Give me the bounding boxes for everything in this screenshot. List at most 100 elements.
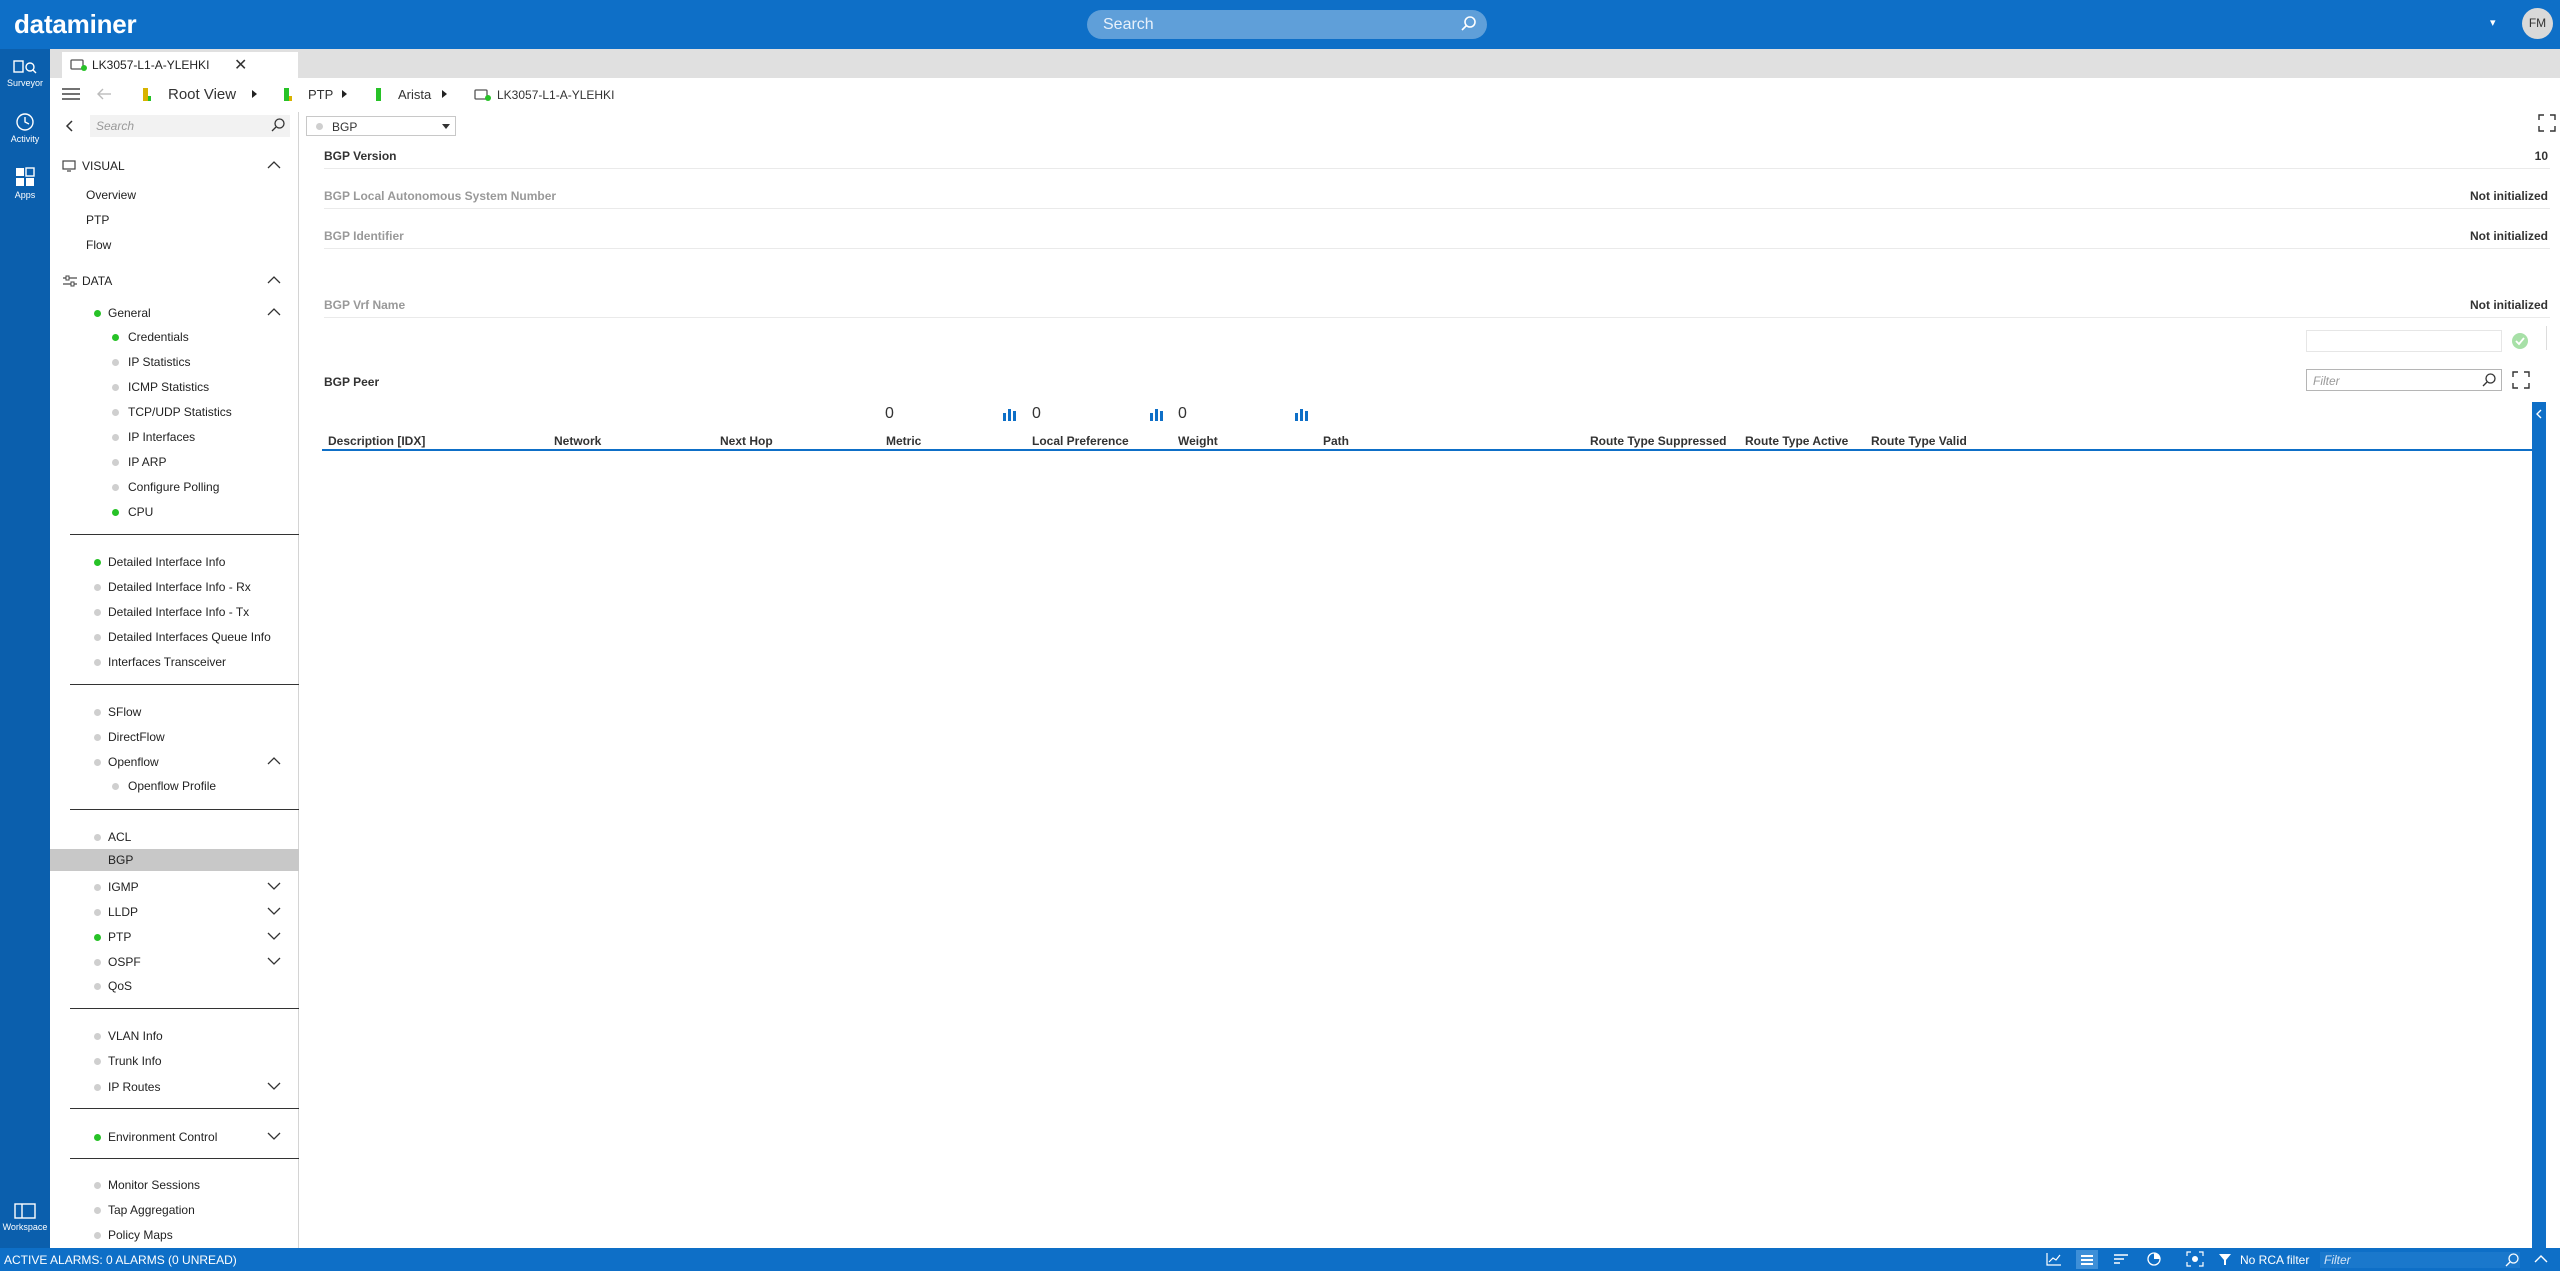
- rail-surveyor[interactable]: Surveyor: [0, 58, 50, 88]
- sidebar-item-cpu[interactable]: CPU: [50, 501, 299, 523]
- sidebar-item-directflow[interactable]: DirectFlow: [50, 726, 299, 748]
- sidebar-item-igmp[interactable]: IGMP: [50, 876, 299, 898]
- sidebar-item-general[interactable]: General: [50, 302, 299, 324]
- chevron-down-icon[interactable]: [267, 879, 281, 896]
- sidebar-item-ip-interfaces[interactable]: IP Interfaces: [50, 426, 299, 448]
- active-alarms-text[interactable]: ACTIVE ALARMS: 0 ALARMS (0 UNREAD): [4, 1253, 237, 1267]
- sidebar-item-configure-polling[interactable]: Configure Polling: [50, 476, 299, 498]
- sidebar-item-qos[interactable]: QoS: [50, 975, 299, 997]
- sidebar-item-detailed-interface-info-rx[interactable]: Detailed Interface Info - Rx: [50, 576, 299, 598]
- list-view-icon[interactable]: [2076, 1250, 2098, 1269]
- vrf-name-input[interactable]: [2306, 330, 2502, 352]
- search-icon[interactable]: [1459, 14, 1479, 37]
- sidebar-item-icmp-statistics[interactable]: ICMP Statistics: [50, 376, 299, 398]
- chevron-down-icon[interactable]: ▾: [2490, 16, 2496, 29]
- breadcrumb-separator-icon[interactable]: [342, 90, 347, 98]
- breadcrumb-separator-icon[interactable]: [442, 90, 447, 98]
- chevron-left-icon[interactable]: [64, 119, 74, 136]
- fullscreen-icon[interactable]: [2538, 114, 2556, 135]
- close-icon[interactable]: ✕: [234, 55, 247, 75]
- focus-icon[interactable]: [2186, 1251, 2204, 1270]
- breadcrumb-arista[interactable]: Arista: [398, 87, 431, 102]
- sidebar-item-ptp-visual[interactable]: PTP: [50, 209, 299, 231]
- fullscreen-icon[interactable]: [2512, 371, 2530, 392]
- breadcrumb-element[interactable]: LK3057-L1-A-YLEHKI: [497, 88, 614, 102]
- sidebar-item-interfaces-transceiver[interactable]: Interfaces Transceiver: [50, 651, 299, 673]
- rca-filter-status[interactable]: No RCA filter: [2240, 1253, 2309, 1267]
- column-header-description[interactable]: Description [IDX]: [328, 434, 425, 448]
- column-header-route-type-suppressed[interactable]: Route Type Suppressed: [1590, 434, 1726, 448]
- search-icon[interactable]: [2504, 1252, 2520, 1271]
- table-filter-input[interactable]: Filter: [2306, 369, 2502, 391]
- user-avatar[interactable]: FM: [2522, 8, 2553, 39]
- sidebar-item-ospf[interactable]: OSPF: [50, 951, 299, 973]
- chevron-left-icon[interactable]: [2535, 408, 2543, 422]
- chevron-down-icon[interactable]: [267, 929, 281, 946]
- rail-workspace[interactable]: Workspace: [0, 1202, 50, 1232]
- status-filter-input[interactable]: Filter: [2320, 1252, 2520, 1268]
- column-header-local-preference[interactable]: Local Preference: [1032, 434, 1129, 448]
- column-header-network[interactable]: Network: [554, 434, 601, 448]
- column-header-weight[interactable]: Weight: [1178, 434, 1218, 448]
- page-select-dropdown[interactable]: BGP: [306, 116, 456, 136]
- app-logo[interactable]: dataminer: [14, 9, 137, 40]
- sidebar-item-openflow-profile[interactable]: Openflow Profile: [50, 775, 299, 797]
- sidebar-item-bgp[interactable]: BGP: [50, 849, 299, 871]
- sidebar-item-vlan-info[interactable]: VLAN Info: [50, 1025, 299, 1047]
- sidebar-item-ptp[interactable]: PTP: [50, 926, 299, 948]
- section-visual[interactable]: VISUAL: [50, 155, 299, 177]
- column-header-route-type-active[interactable]: Route Type Active: [1745, 434, 1848, 448]
- pie-chart-icon[interactable]: [2147, 1252, 2161, 1269]
- sidebar-item-acl[interactable]: ACL: [50, 826, 299, 848]
- sidebar-item-trunk-info[interactable]: Trunk Info: [50, 1050, 299, 1072]
- sidebar-item-policy-maps[interactable]: Policy Maps: [50, 1224, 299, 1246]
- sort-icon[interactable]: [2113, 1252, 2129, 1269]
- rail-activity[interactable]: Activity: [0, 112, 50, 144]
- chevron-down-icon[interactable]: [267, 904, 281, 921]
- sidebar-item-lldp[interactable]: LLDP: [50, 901, 299, 923]
- sidebar-item-flow[interactable]: Flow: [50, 234, 299, 256]
- sidebar-item-openflow[interactable]: Openflow: [50, 751, 299, 773]
- chevron-down-icon[interactable]: [267, 954, 281, 971]
- chevron-up-icon[interactable]: [267, 273, 281, 290]
- sidebar-item-detailed-interface-info[interactable]: Detailed Interface Info: [50, 551, 299, 573]
- global-search-input[interactable]: Search: [1087, 10, 1487, 39]
- chevron-down-icon[interactable]: [267, 1079, 281, 1096]
- chevron-up-icon[interactable]: [267, 754, 281, 771]
- column-header-route-type-valid[interactable]: Route Type Valid: [1871, 434, 1967, 448]
- sidebar-item-detailed-interface-info-tx[interactable]: Detailed Interface Info - Tx: [50, 601, 299, 623]
- chevron-down-icon[interactable]: [442, 124, 450, 129]
- back-arrow-icon[interactable]: [96, 87, 112, 104]
- bar-chart-icon[interactable]: [1294, 407, 1310, 424]
- column-header-metric[interactable]: Metric: [886, 434, 921, 448]
- sidebar-search-input[interactable]: Search: [90, 115, 290, 137]
- chevron-up-icon[interactable]: [267, 305, 281, 322]
- tab-element[interactable]: LK3057-L1-A-YLEHKI ✕: [62, 52, 298, 78]
- sidebar-item-monitor-sessions[interactable]: Monitor Sessions: [50, 1174, 299, 1196]
- column-header-path[interactable]: Path: [1323, 434, 1349, 448]
- search-icon[interactable]: [270, 117, 286, 136]
- bar-chart-icon[interactable]: [1002, 407, 1018, 424]
- sidebar-item-tap-aggregation[interactable]: Tap Aggregation: [50, 1199, 299, 1221]
- hamburger-icon[interactable]: [62, 87, 80, 104]
- bar-chart-icon[interactable]: [1149, 407, 1165, 424]
- sidebar-item-sflow[interactable]: SFlow: [50, 701, 299, 723]
- sidebar-item-overview[interactable]: Overview: [50, 184, 299, 206]
- breadcrumb-separator-icon[interactable]: [252, 90, 257, 98]
- side-panel-toggle[interactable]: [2532, 402, 2546, 1248]
- filter-icon[interactable]: [2218, 1253, 2232, 1269]
- sidebar-item-ip-routes[interactable]: IP Routes: [50, 1076, 299, 1098]
- sidebar-item-tcp-udp-statistics[interactable]: TCP/UDP Statistics: [50, 401, 299, 423]
- confirm-check-icon[interactable]: [2511, 332, 2529, 353]
- search-icon[interactable]: [2481, 372, 2497, 391]
- chevron-up-icon[interactable]: [2534, 1253, 2548, 1268]
- trend-icon[interactable]: [2046, 1252, 2062, 1269]
- sidebar-item-environment-control[interactable]: Environment Control: [50, 1126, 299, 1148]
- column-header-next-hop[interactable]: Next Hop: [720, 434, 773, 448]
- breadcrumb-root-view[interactable]: Root View: [168, 86, 236, 103]
- sidebar-item-ip-arp[interactable]: IP ARP: [50, 451, 299, 473]
- chevron-up-icon[interactable]: [267, 158, 281, 175]
- chevron-down-icon[interactable]: [267, 1129, 281, 1146]
- breadcrumb-ptp[interactable]: PTP: [308, 87, 333, 102]
- rail-apps[interactable]: Apps: [0, 166, 50, 200]
